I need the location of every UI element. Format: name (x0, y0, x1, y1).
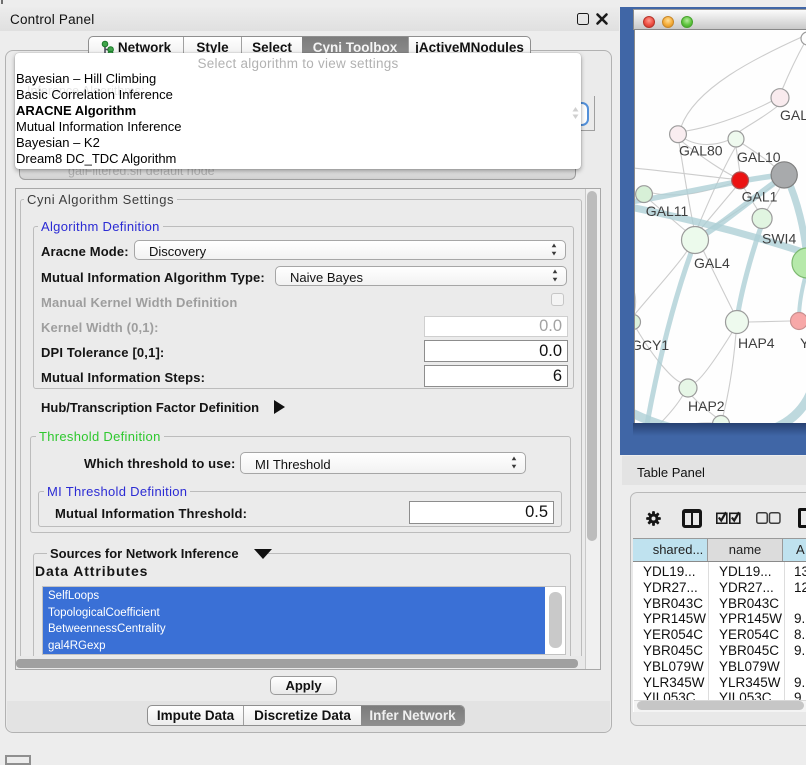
svg-text:YE: YE (800, 335, 806, 351)
svg-text:HAP4: HAP4 (738, 335, 775, 351)
svg-text:SWI4: SWI4 (762, 231, 796, 247)
svg-text:GAL4: GAL4 (694, 255, 730, 271)
svg-text:GAL10: GAL10 (737, 149, 781, 165)
svg-text:HAP2: HAP2 (688, 398, 725, 414)
svg-text:GAL1: GAL1 (742, 188, 778, 204)
svg-text:GAL7: GAL7 (780, 107, 806, 123)
svg-text:GAL80: GAL80 (679, 143, 723, 159)
svg-text:GAL11: GAL11 (646, 203, 689, 219)
svg-text:GCY1: GCY1 (635, 337, 669, 353)
